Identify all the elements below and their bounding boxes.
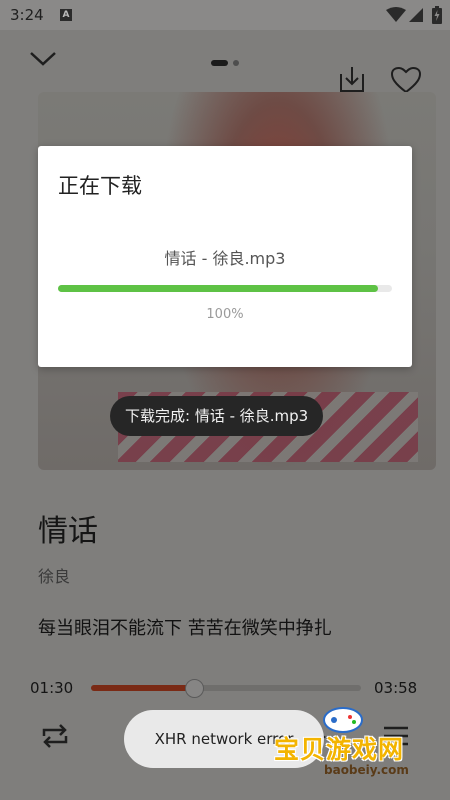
signal-icon [409,8,423,22]
dialog-title: 正在下载 [58,174,142,198]
app-notification-icon: A [60,9,72,21]
download-percent: 100% [206,307,244,322]
wifi-icon [386,7,406,22]
total-time: 03:58 [374,679,418,697]
download-file-name: 情话 - 徐良.mp3 [164,249,286,268]
watermark-logo: 宝贝游戏网 baobeiy.com [272,706,444,786]
heart-icon[interactable] [390,66,422,94]
current-time: 01:30 [30,679,74,697]
seek-bar-fill [91,685,193,691]
repeat-icon[interactable] [40,722,70,750]
song-title: 情话 [38,514,98,549]
watermark-text: 宝贝游戏网 [274,735,405,764]
watermark-url: baobeiy.com [324,763,409,777]
download-dialog: 正在下载 情话 - 徐良.mp3 100% [38,146,412,367]
status-time: 3:24 [10,6,44,24]
download-progress-fill [58,285,378,292]
artist-name: 徐良 [38,567,71,586]
download-complete-toast: 下载完成: 情话 - 徐良.mp3 [110,396,324,436]
download-icon[interactable] [338,64,366,94]
battery-icon [432,6,442,24]
lyric-line: 每当眼泪不能流下 苦苦在微笑中挣扎 [38,618,332,639]
seek-bar-handle[interactable] [185,679,204,698]
status-bar: 3:24 A [0,0,450,30]
chevron-down-icon[interactable] [28,48,58,68]
page-indicator [211,60,239,66]
